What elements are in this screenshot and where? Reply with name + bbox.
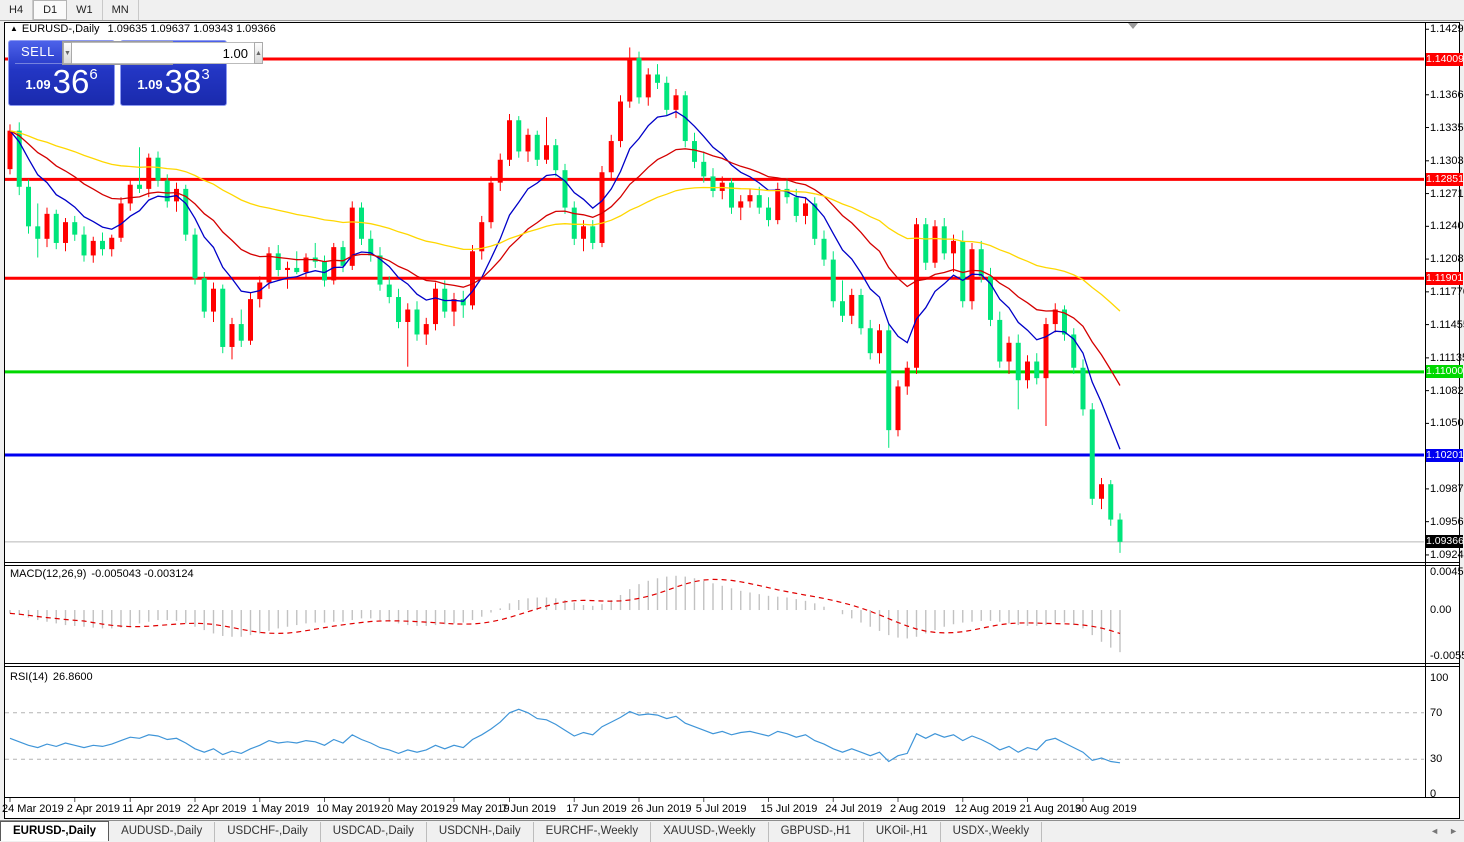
chart-canvas[interactable] <box>0 0 1464 841</box>
rsi-value: 26.8600 <box>53 671 93 683</box>
timeframe-button-mn[interactable]: MN <box>103 0 139 20</box>
chart-tab-xauusd-weekly[interactable]: XAUUSD-,Weekly <box>651 822 768 842</box>
macd-name: MACD(12,26,9) <box>10 568 86 580</box>
volume-increase-button[interactable]: ▲ <box>254 42 263 64</box>
timeframe-button-w1[interactable]: W1 <box>67 0 103 20</box>
chart-tab-usdcnh-daily[interactable]: USDCNH-,Daily <box>427 822 534 842</box>
quote-values: 1.09635 1.09637 1.09343 1.09366 <box>108 23 276 35</box>
timeframe-toolbar: H4D1W1MN <box>0 0 1464 21</box>
rsi-name: RSI(14) <box>10 671 48 683</box>
chart-tab-gbpusd-h1[interactable]: GBPUSD-,H1 <box>769 822 864 842</box>
chart-tab-usdx-weekly[interactable]: USDX-,Weekly <box>941 822 1042 842</box>
macd-values: -0.005043 -0.003124 <box>91 568 193 580</box>
chart-title: ▲ EURUSD-,Daily 1.09635 1.09637 1.09343 1.… <box>10 23 276 35</box>
chart-shift-marker[interactable] <box>1128 23 1138 29</box>
rsi-label: RSI(14) 26.8600 <box>10 671 93 683</box>
timeframe-button-h4[interactable]: H4 <box>0 0 33 20</box>
chart-tab-eurchf-weekly[interactable]: EURCHF-,Weekly <box>534 822 651 842</box>
one-click-trading-panel: SELL 1.09366 BUY 1.09383 ▼ ▲ <box>8 40 227 106</box>
chevron-down-icon: ▼ <box>64 50 71 57</box>
tab-scroll-arrows: ◄► <box>1420 821 1458 841</box>
tab-scroll-left-icon[interactable]: ◄ <box>1430 826 1439 836</box>
macd-label: MACD(12,26,9) -0.005043 -0.003124 <box>10 568 194 580</box>
chart-tab-usdcad-daily[interactable]: USDCAD-,Daily <box>321 822 427 842</box>
volume-stepper: ▼ ▲ <box>62 41 173 65</box>
volume-decrease-button[interactable]: ▼ <box>63 42 72 64</box>
timeframe-button-d1[interactable]: D1 <box>33 0 67 20</box>
chevron-up-icon: ▲ <box>255 50 262 57</box>
sell-label: SELL <box>21 44 55 59</box>
volume-input[interactable] <box>72 42 254 64</box>
chart-tab-eurusd-daily[interactable]: EURUSD-,Daily <box>0 821 109 841</box>
chart-tab-bar: EURUSD-,DailyAUDUSD-,DailyUSDCHF-,DailyU… <box>0 820 1464 841</box>
chart-tab-audusd-daily[interactable]: AUDUSD-,Daily <box>109 822 215 842</box>
collapse-panel-icon[interactable]: ▲ <box>10 24 18 33</box>
sell-price: 1.09366 <box>9 63 114 101</box>
buy-price: 1.09383 <box>121 63 226 101</box>
chart-tab-usdchf-daily[interactable]: USDCHF-,Daily <box>215 822 321 842</box>
symbol-period-label: EURUSD-,Daily <box>22 23 100 35</box>
tab-scroll-right-icon[interactable]: ► <box>1449 826 1458 836</box>
chart-tab-ukoil-h1[interactable]: UKOil-,H1 <box>864 822 941 842</box>
